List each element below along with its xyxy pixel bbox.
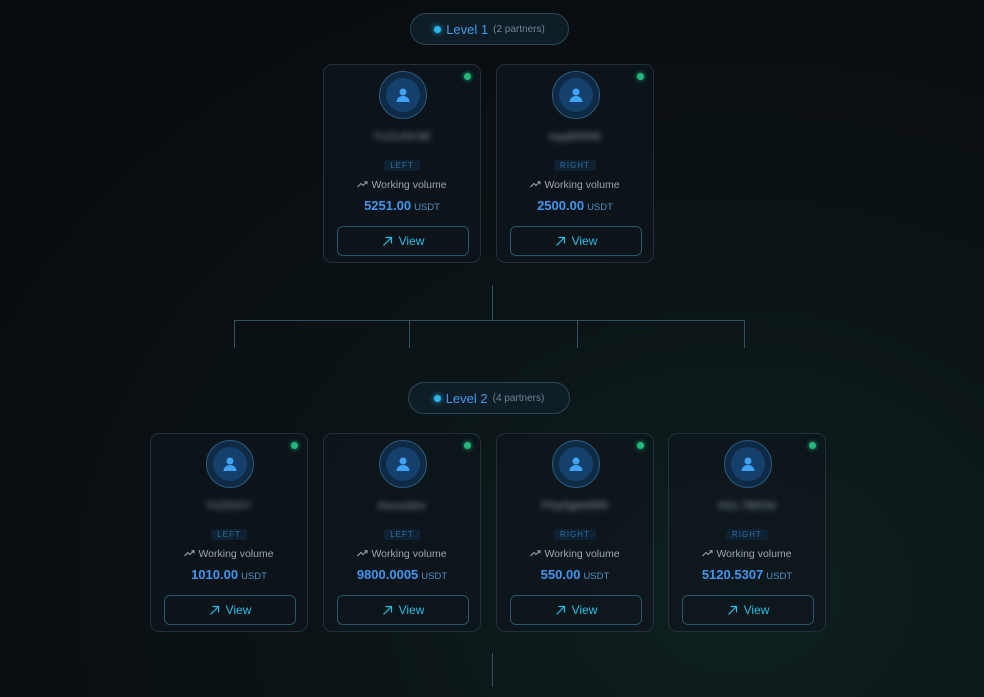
avatar xyxy=(379,440,427,488)
avatar xyxy=(724,440,772,488)
trending-up-icon xyxy=(530,550,541,557)
level-title: Level 2 xyxy=(445,390,488,406)
view-button[interactable]: View xyxy=(510,595,642,625)
tree-connector-branch xyxy=(234,320,745,321)
side-badge: LEFT xyxy=(384,160,420,171)
online-status-dot xyxy=(464,73,471,80)
avatar xyxy=(206,440,254,488)
level-indicator-dot xyxy=(433,394,441,402)
user-icon xyxy=(569,457,583,471)
user-icon xyxy=(396,88,410,102)
arrow-up-right-icon xyxy=(555,605,565,615)
partner-username: 7U2U9X3E xyxy=(372,131,432,143)
tree-connector-drop xyxy=(744,320,745,348)
avatar xyxy=(379,71,427,119)
working-volume-label: Working volume xyxy=(497,179,653,191)
partner-card: Asuusbiv LEFT Working volume 9800.0005 US… xyxy=(323,433,481,632)
online-status-dot xyxy=(809,442,816,449)
arrow-up-right-icon xyxy=(727,605,737,615)
level-2-header: Level 2 (4 partners) xyxy=(408,382,570,414)
level-title: Level 1 xyxy=(446,21,489,37)
avatar xyxy=(552,71,600,119)
volume-amount: 1010.00 USDT xyxy=(191,567,267,582)
arrow-up-right-icon xyxy=(382,605,392,615)
volume-amount: 2500.00 USDT xyxy=(537,198,613,213)
working-volume-label: Working volume xyxy=(497,548,653,560)
avatar xyxy=(552,440,600,488)
partner-username: 0GL7BE0d xyxy=(718,500,776,512)
side-badge: RIGHT xyxy=(554,529,596,540)
partner-username: Fhytfgkbf8f9 xyxy=(541,500,609,512)
working-volume-label: Working volume xyxy=(324,548,480,560)
working-volume-label: Working volume xyxy=(324,179,480,191)
partner-card: 7U2U9X3E LEFT Working volume 5251.00 USDT… xyxy=(323,64,481,263)
partner-card: Fhytfgkbf8f9 RIGHT Working volume 550.00… xyxy=(496,433,654,632)
tree-connector-drop xyxy=(409,320,410,348)
online-status-dot xyxy=(291,442,298,449)
side-badge: LEFT xyxy=(384,529,420,540)
view-button[interactable]: View xyxy=(682,595,814,625)
tree-connector-trunk xyxy=(492,285,493,320)
working-volume-label: Working volume xyxy=(151,548,307,560)
user-icon xyxy=(569,88,583,102)
user-icon xyxy=(396,457,410,471)
arrow-up-right-icon xyxy=(209,605,219,615)
tree-connector-trunk xyxy=(492,653,493,687)
arrow-up-right-icon xyxy=(382,236,392,246)
trending-up-icon xyxy=(184,550,195,557)
volume-amount: 5251.00 USDT xyxy=(364,198,440,213)
trending-up-icon xyxy=(702,550,713,557)
user-icon xyxy=(741,457,755,471)
trending-up-icon xyxy=(357,181,368,188)
view-button[interactable]: View xyxy=(337,595,469,625)
user-icon xyxy=(223,457,237,471)
partner-card: sqq89999 RIGHT Working volume 2500.00 USD… xyxy=(496,64,654,263)
side-badge: RIGHT xyxy=(726,529,768,540)
view-button[interactable]: View xyxy=(164,595,296,625)
level-partner-count: (2 partners) xyxy=(493,23,545,35)
online-status-dot xyxy=(637,442,644,449)
level-1-header: Level 1 (2 partners) xyxy=(410,13,569,45)
volume-amount: 550.00 USDT xyxy=(540,567,610,582)
view-button[interactable]: View xyxy=(510,226,642,256)
side-badge: RIGHT xyxy=(554,160,596,171)
partner-username: sqq89999 xyxy=(548,131,602,143)
partner-username: Asuusbiv xyxy=(377,500,427,512)
partner-card: 0GL7BE0d RIGHT Working volume 5120.5307 U… xyxy=(668,433,826,632)
partner-card: YiiZGGY LEFT Working volume 1010.00 USDT … xyxy=(150,433,308,632)
side-badge: LEFT xyxy=(211,529,247,540)
working-volume-label: Working volume xyxy=(669,548,825,560)
online-status-dot xyxy=(464,442,471,449)
online-status-dot xyxy=(637,73,644,80)
level-partner-count: (4 partners) xyxy=(492,392,545,404)
arrow-up-right-icon xyxy=(555,236,565,246)
tree-connector-drop xyxy=(577,320,578,348)
volume-amount: 5120.5307 USDT xyxy=(701,567,793,582)
tree-connector-drop xyxy=(234,320,235,348)
trending-up-icon xyxy=(530,181,541,188)
level-indicator-dot xyxy=(434,25,442,33)
view-button[interactable]: View xyxy=(337,226,469,256)
partner-username: YiiZGGY xyxy=(205,500,253,512)
trending-up-icon xyxy=(357,550,368,557)
volume-amount: 9800.0005 USDT xyxy=(356,567,448,582)
